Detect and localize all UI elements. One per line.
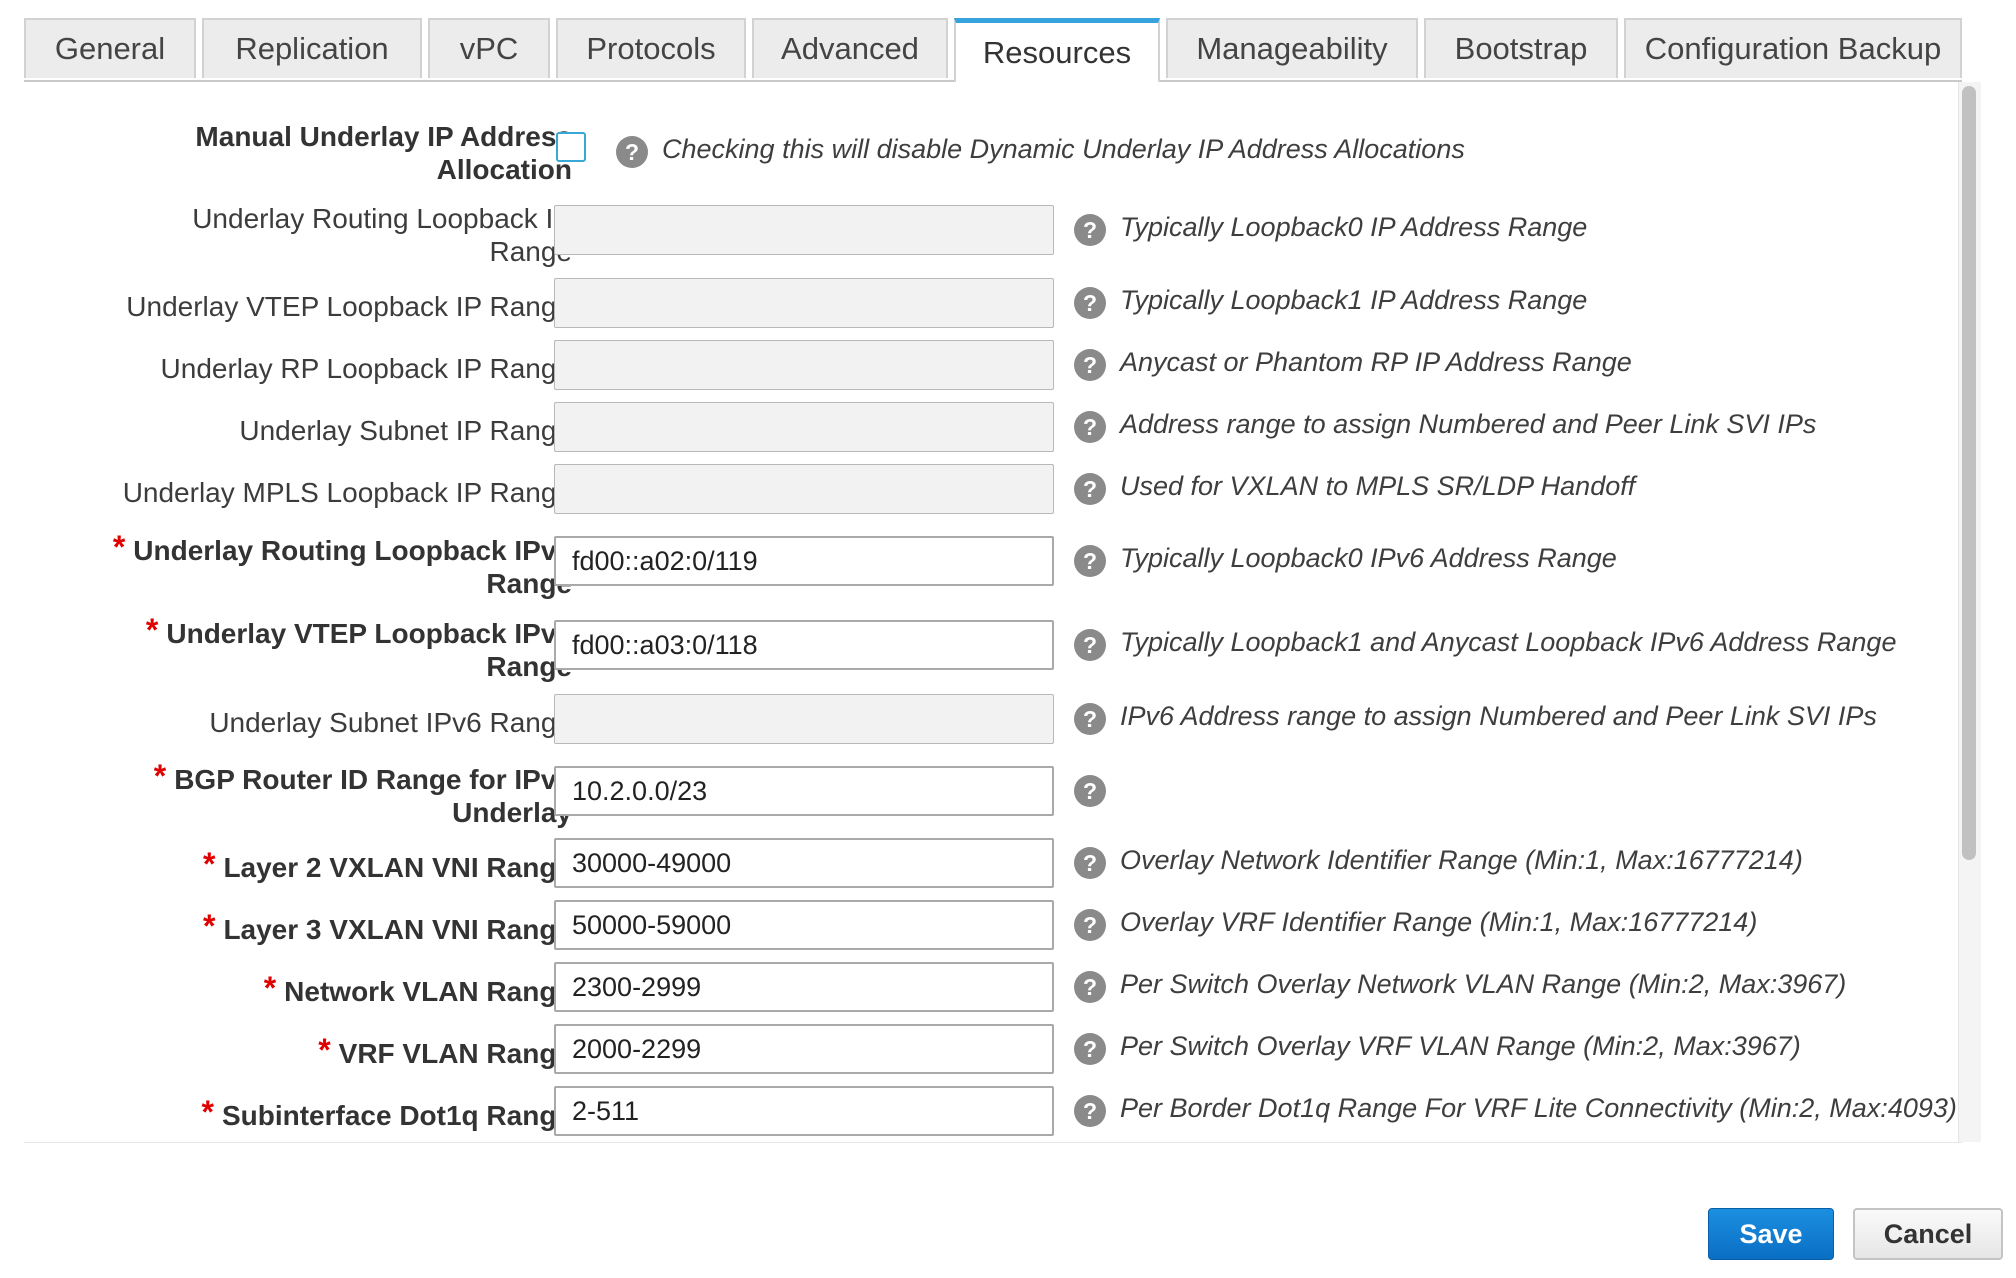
- rp-loopback-input[interactable]: [554, 340, 1054, 390]
- vtep-loopback-v6-hint: Typically Loopback1 and Anycast Loopback…: [1120, 627, 1897, 657]
- rp-loopback-hint: Anycast or Phantom RP IP Address Range: [1120, 347, 1632, 377]
- help-icon[interactable]: ?: [1074, 909, 1106, 941]
- help-icon[interactable]: ?: [1074, 349, 1106, 381]
- vtep-loopback-label: Underlay VTEP Loopback IP Range: [126, 291, 572, 322]
- network-vlan-label-text: Network VLAN Range: [284, 976, 572, 1007]
- footer-divider: [24, 1142, 1962, 1143]
- manual-underlay-label-line1: Manual Underlay IP Address: [195, 121, 572, 152]
- manual-underlay-checkbox[interactable]: [556, 132, 586, 162]
- tab-manageability[interactable]: Manageability: [1166, 18, 1418, 78]
- l2-vni-label-text: Layer 2 VXLAN VNI Range: [223, 852, 572, 883]
- help-icon[interactable]: ?: [1074, 703, 1106, 735]
- vrf-vlan-label-text: VRF VLAN Range: [338, 1038, 572, 1069]
- l3-vni-label: * Layer 3 VXLAN VNI Range: [12, 910, 572, 946]
- routing-loopback-input[interactable]: [554, 205, 1054, 255]
- manual-underlay-label: Manual Underlay IP Address Allocation: [12, 120, 572, 186]
- network-vlan-input[interactable]: [554, 962, 1054, 1012]
- tab-bar: General Replication vPC Protocols Advanc…: [24, 18, 1962, 82]
- help-icon[interactable]: ?: [1074, 214, 1106, 246]
- vtep-loopback-hint: Typically Loopback1 IP Address Range: [1120, 285, 1588, 315]
- required-marker: *: [153, 758, 167, 794]
- required-marker: *: [201, 1094, 214, 1130]
- routing-loopback-v6-label-line1: Underlay Routing Loopback IPv6: [133, 535, 572, 566]
- scrollbar-thumb[interactable]: [1962, 86, 1976, 860]
- cancel-button[interactable]: Cancel: [1853, 1208, 2003, 1260]
- manual-underlay-hint: Checking this will disable Dynamic Under…: [662, 134, 1465, 164]
- network-vlan-label: * Network VLAN Range: [12, 972, 572, 1008]
- tab-resources[interactable]: Resources: [954, 18, 1160, 82]
- help-icon[interactable]: ?: [1074, 971, 1106, 1003]
- routing-loopback-v6-input[interactable]: [554, 536, 1054, 586]
- mpls-loopback-input[interactable]: [554, 464, 1054, 514]
- vtep-loopback-v6-input[interactable]: [554, 620, 1054, 670]
- manual-underlay-label-line2: Allocation: [436, 154, 572, 185]
- routing-loopback-v6-label-line2: Range: [486, 568, 572, 599]
- rp-loopback-label: Underlay RP Loopback IP Range: [160, 353, 572, 384]
- required-marker: *: [202, 908, 216, 944]
- mpls-loopback-hint: Used for VXLAN to MPLS SR/LDP Handoff: [1120, 471, 1636, 501]
- routing-loopback-label-line1: Underlay Routing Loopback IP: [192, 203, 572, 234]
- subnet-v6-label: Underlay Subnet IPv6 Range: [209, 707, 572, 738]
- help-icon[interactable]: ?: [1074, 775, 1106, 807]
- dot1q-label-text: Subinterface Dot1q Range: [221, 1100, 572, 1131]
- vrf-vlan-hint: Per Switch Overlay VRF VLAN Range (Min:2…: [1120, 1031, 1801, 1061]
- help-icon[interactable]: ?: [1074, 629, 1106, 661]
- tab-advanced[interactable]: Advanced: [752, 18, 948, 78]
- required-marker: *: [112, 529, 126, 565]
- bgp-router-id-label-line1: BGP Router ID Range for IPv6: [174, 764, 572, 795]
- tab-configuration-backup[interactable]: Configuration Backup: [1624, 18, 1962, 78]
- bgp-router-id-label-line2: Underlay: [452, 797, 572, 828]
- vtep-loopback-v6-label: * Underlay VTEP Loopback IPv6 Range: [12, 614, 572, 683]
- save-button[interactable]: Save: [1708, 1208, 1834, 1260]
- help-icon[interactable]: ?: [1074, 847, 1106, 879]
- help-icon[interactable]: ?: [1074, 1095, 1106, 1127]
- routing-loopback-label-line2: Range: [489, 236, 572, 267]
- subnet-v6-input[interactable]: [554, 694, 1054, 744]
- tab-bootstrap[interactable]: Bootstrap: [1424, 18, 1618, 78]
- subnet-ip-input[interactable]: [554, 402, 1054, 452]
- help-icon[interactable]: ?: [1074, 1033, 1106, 1065]
- vtep-loopback-v6-label-line2: Range: [486, 651, 572, 682]
- mpls-loopback-label: Underlay MPLS Loopback IP Range: [122, 477, 572, 508]
- help-icon[interactable]: ?: [616, 136, 648, 168]
- required-marker: *: [263, 970, 277, 1006]
- vrf-vlan-label: * VRF VLAN Range: [12, 1034, 572, 1070]
- help-icon[interactable]: ?: [1074, 287, 1106, 319]
- tab-replication[interactable]: Replication: [202, 18, 422, 78]
- subnet-ip-hint: Address range to assign Numbered and Pee…: [1120, 409, 1817, 439]
- l3-vni-input[interactable]: [554, 900, 1054, 950]
- dot1q-input[interactable]: [554, 1086, 1054, 1136]
- dot1q-label: * Subinterface Dot1q Range: [12, 1096, 572, 1132]
- routing-loopback-label: Underlay Routing Loopback IP Range: [12, 202, 572, 268]
- help-icon[interactable]: ?: [1074, 411, 1106, 443]
- vrf-vlan-input[interactable]: [554, 1024, 1054, 1074]
- bgp-router-id-input[interactable]: [554, 766, 1054, 816]
- l2-vni-input[interactable]: [554, 838, 1054, 888]
- routing-loopback-v6-hint: Typically Loopback0 IPv6 Address Range: [1120, 543, 1617, 573]
- required-marker: *: [145, 612, 159, 648]
- l3-vni-label-text: Layer 3 VXLAN VNI Range: [223, 914, 572, 945]
- routing-loopback-v6-label: * Underlay Routing Loopback IPv6 Range: [12, 531, 572, 600]
- help-icon[interactable]: ?: [1074, 473, 1106, 505]
- subnet-v6-hint: IPv6 Address range to assign Numbered an…: [1120, 701, 1877, 731]
- required-marker: *: [318, 1032, 331, 1068]
- tab-vpc[interactable]: vPC: [428, 18, 550, 78]
- routing-loopback-hint: Typically Loopback0 IP Address Range: [1120, 212, 1588, 242]
- vtep-loopback-v6-label-line1: Underlay VTEP Loopback IPv6: [166, 618, 572, 649]
- tab-general[interactable]: General: [24, 18, 196, 78]
- help-icon[interactable]: ?: [1074, 545, 1106, 577]
- tab-protocols[interactable]: Protocols: [556, 18, 746, 78]
- vtep-loopback-input[interactable]: [554, 278, 1054, 328]
- l2-vni-hint: Overlay Network Identifier Range (Min:1,…: [1120, 845, 1803, 875]
- l2-vni-label: * Layer 2 VXLAN VNI Range: [12, 848, 572, 884]
- bgp-router-id-label: * BGP Router ID Range for IPv6 Underlay: [12, 760, 572, 829]
- l3-vni-hint: Overlay VRF Identifier Range (Min:1, Max…: [1120, 907, 1758, 937]
- subnet-ip-label: Underlay Subnet IP Range: [239, 415, 572, 446]
- required-marker: *: [202, 846, 216, 882]
- network-vlan-hint: Per Switch Overlay Network VLAN Range (M…: [1120, 969, 1847, 999]
- dot1q-hint: Per Border Dot1q Range For VRF Lite Conn…: [1120, 1093, 1957, 1123]
